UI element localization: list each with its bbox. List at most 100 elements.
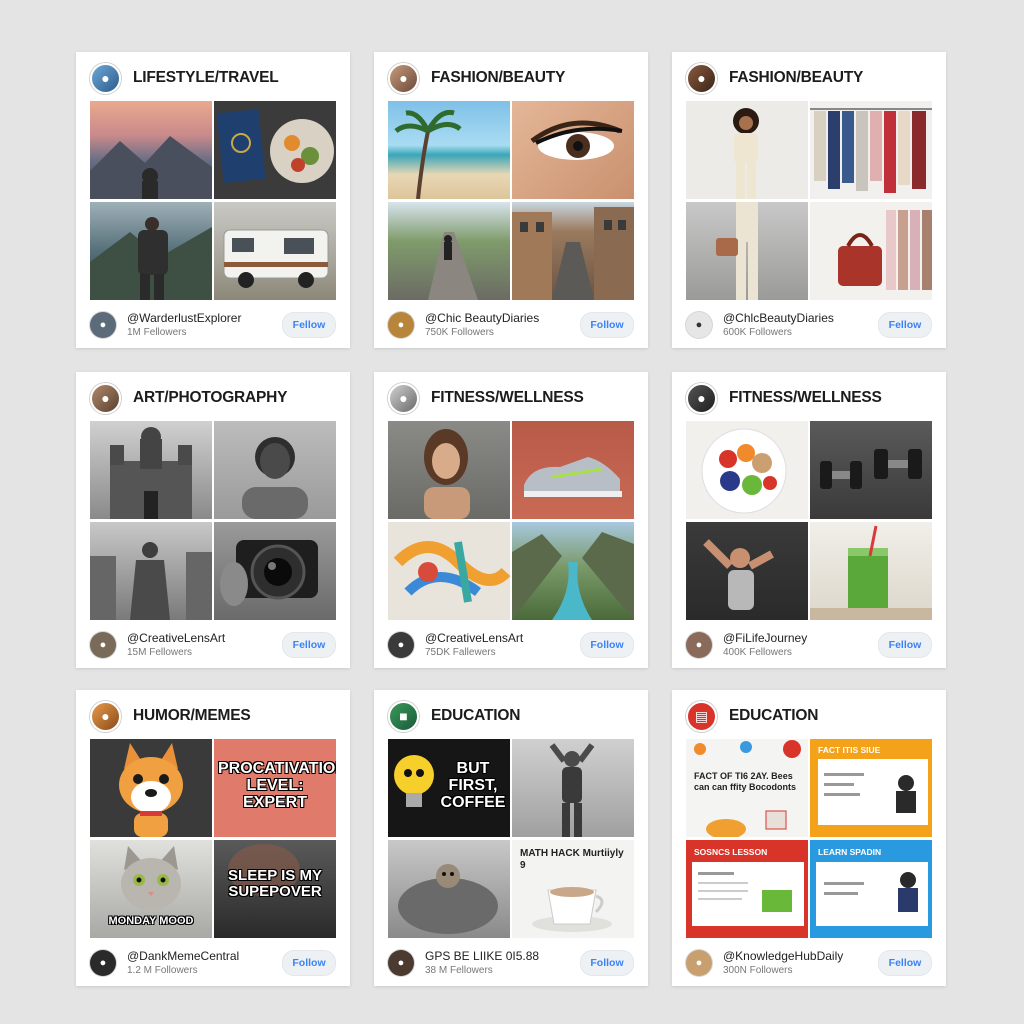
post-tile[interactable] [810, 202, 932, 300]
author-handle[interactable]: @FiLifeJourney [723, 631, 878, 646]
post-tile[interactable] [388, 202, 510, 300]
profile-card-education-2[interactable]: ▤ EDUCATION FACT OF TI6 2AY. Bees can ca… [672, 690, 946, 986]
author-avatar[interactable]: ● [686, 950, 712, 976]
post-tile[interactable] [388, 101, 510, 199]
author-handle[interactable]: @CreativeLensArt [425, 631, 580, 646]
profile-avatar[interactable]: ● [686, 382, 717, 414]
author-info: GPS BE LIIKE 0I5.88 38 M Fellowers [425, 949, 580, 976]
mountain-sunset-icon [90, 136, 212, 199]
post-tile[interactable]: FACT OF TI6 2AY. Bees can can ffity Boco… [686, 739, 808, 837]
post-tile[interactable]: MONDAY MOOD [90, 840, 212, 938]
author-handle[interactable]: @WarderlustExplorer [127, 311, 282, 326]
post-tile[interactable]: MATH HACK Murtiiyly 9 [512, 840, 634, 938]
author-avatar[interactable]: ● [90, 312, 116, 338]
post-tile[interactable] [686, 202, 808, 300]
post-tile[interactable] [388, 522, 510, 620]
post-tile[interactable]: LEARN SPADIN [810, 840, 932, 938]
author-handle[interactable]: @DankMemeCentral [127, 949, 282, 964]
follow-button[interactable]: Follow [580, 632, 634, 658]
post-tile[interactable] [512, 421, 634, 519]
passport-food-icon [216, 108, 334, 184]
post-tile[interactable] [388, 421, 510, 519]
post-tile[interactable] [90, 101, 212, 199]
follow-button[interactable]: Fellow [282, 312, 336, 338]
post-tile[interactable]: FACT ITIS SIUE [810, 739, 932, 837]
author-avatar[interactable]: ● [686, 312, 712, 338]
athlete-flex-icon [703, 539, 774, 610]
author-avatar[interactable]: ● [90, 950, 116, 976]
author-handle[interactable]: @CreativeLensArt [127, 631, 282, 646]
follow-button[interactable]: Fellow [282, 632, 336, 658]
post-tile[interactable] [686, 522, 808, 620]
profile-card-art-photography[interactable]: ● ART/PHOTOGRAPHY ● @CreativeLensArt 15M… [76, 372, 350, 668]
category-title: EDUCATION [729, 707, 819, 724]
post-tile[interactable]: BUT FIRST, COFFEE [388, 739, 510, 837]
person-icon: ● [101, 390, 110, 406]
follow-button[interactable]: Follow [282, 950, 336, 976]
hiker-backpack-icon [90, 217, 212, 300]
profile-avatar[interactable]: ● [90, 62, 121, 94]
meme-caption: BUT FIRST, COFFEE [440, 760, 506, 811]
follow-button[interactable]: Follow [580, 950, 634, 976]
post-tile[interactable] [810, 522, 932, 620]
profile-avatar[interactable]: ● [686, 62, 717, 94]
post-tile[interactable] [512, 739, 634, 837]
profile-card-humor-memes[interactable]: ● HUMOR/MEMES PROCATIVATION LEVEL: EXPER… [76, 690, 350, 986]
follower-count: 750K Followers [425, 326, 494, 338]
card-footer: ● @DankMemeCentral 1.2 M Followers Follo… [90, 946, 336, 980]
profile-card-fitness-wellness-2[interactable]: ● FITNESS/WELLNESS ● @FiLifeJourney 400K… [672, 372, 946, 668]
author-handle[interactable]: @KnowledgeHubDaily [723, 949, 878, 964]
author-avatar[interactable]: ● [388, 950, 414, 976]
card-footer: ● @KnowledgeHubDaily 300N Followers Fell… [686, 946, 932, 980]
post-grid [388, 421, 634, 621]
follow-button[interactable]: Fellow [878, 950, 932, 976]
profile-card-fitness-wellness[interactable]: ● FITNESS/WELLNESS ● @CreativeLensArt 75… [374, 372, 648, 668]
profile-avatar[interactable]: ▤ [686, 700, 717, 732]
post-tile[interactable] [686, 101, 808, 199]
post-tile[interactable]: SOSNCS LESSON [686, 840, 808, 938]
category-title: HUMOR/MEMES [133, 707, 251, 724]
post-grid: FACT OF TI6 2AY. Bees can can ffity Boco… [686, 739, 932, 939]
author-avatar[interactable]: ● [388, 632, 414, 658]
profile-card-education[interactable]: ■ EDUCATION BUT FIRST, COFFEE MATH HACK … [374, 690, 648, 986]
post-tile[interactable] [512, 202, 634, 300]
post-tile[interactable] [512, 522, 634, 620]
author-handle[interactable]: @ChlcBeautyDiaries [723, 311, 878, 326]
author-handle[interactable]: @Chic BeautyDiaries [425, 311, 580, 326]
post-tile[interactable] [388, 840, 510, 938]
person-icon: ● [697, 390, 706, 406]
follow-button[interactable]: Fellow [878, 632, 932, 658]
post-tile[interactable] [90, 739, 212, 837]
post-tile[interactable] [214, 101, 336, 199]
post-tile[interactable] [810, 421, 932, 519]
post-tile[interactable] [214, 202, 336, 300]
profile-avatar[interactable]: ● [90, 700, 121, 732]
card-header: ● FASHION/BEAUTY [686, 62, 863, 94]
post-tile[interactable] [810, 101, 932, 199]
profile-avatar[interactable]: ● [388, 62, 419, 94]
post-tile[interactable] [214, 522, 336, 620]
post-tile[interactable] [90, 522, 212, 620]
author-avatar[interactable]: ● [90, 632, 116, 658]
profile-card-fashion-beauty-2[interactable]: ● FASHION/BEAUTY ● @ChlcBeautyDiaries 60… [672, 52, 946, 348]
author-avatar[interactable]: ● [686, 632, 712, 658]
follow-button[interactable]: Follow [580, 312, 634, 338]
post-tile[interactable] [214, 421, 336, 519]
profile-avatar[interactable]: ■ [388, 700, 419, 732]
handbag-model-icon [716, 202, 758, 300]
post-tile[interactable] [90, 421, 212, 519]
profile-card-lifestyle-travel[interactable]: ● LIFESTYLE/TRAVEL ● @WarderlustExplorer… [76, 52, 350, 348]
post-tile[interactable]: SLEEP IS MY SUPEPOVER [214, 840, 336, 938]
post-tile[interactable]: PROCATIVATION LEVEL: EXPERT [214, 739, 336, 837]
profile-avatar[interactable]: ● [90, 382, 121, 414]
author-handle[interactable]: GPS BE LIIKE 0I5.88 [425, 949, 580, 964]
card-footer: ● @FiLifeJourney 400K Fellowers Fellow [686, 628, 932, 662]
post-tile[interactable] [686, 421, 808, 519]
post-tile[interactable] [90, 202, 212, 300]
profile-avatar[interactable]: ● [388, 382, 419, 414]
post-grid [90, 421, 336, 621]
profile-card-fashion-beauty[interactable]: ● FASHION/BEAUTY ● @Chic BeautyDiaries 7… [374, 52, 648, 348]
follow-button[interactable]: Fellow [878, 312, 932, 338]
author-avatar[interactable]: ● [388, 312, 414, 338]
post-tile[interactable] [512, 101, 634, 199]
